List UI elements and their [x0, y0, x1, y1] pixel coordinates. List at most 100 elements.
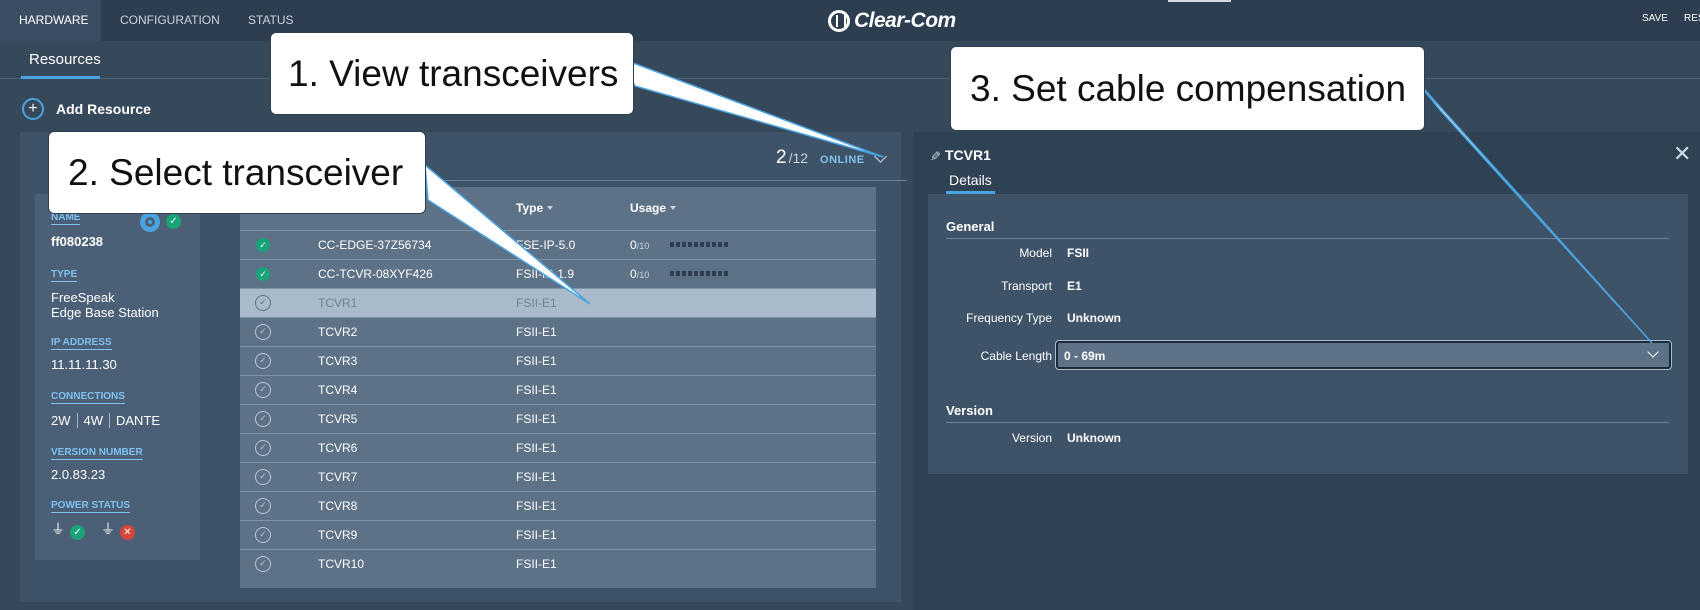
device-type-line1: FreeSpeak — [51, 290, 115, 305]
device-version: 2.0.83.23 — [51, 467, 106, 482]
usage-header-label: Usage — [630, 201, 667, 215]
table-row[interactable]: ✓ TCVR3 FSII-E1 — [240, 346, 876, 375]
type-label: TYPE — [51, 269, 78, 282]
row-usage: 0/10 — [630, 238, 649, 252]
table-row[interactable]: ✓ CC-EDGE-37Z56734 FSE-IP-5.0 0/10 — [240, 230, 876, 259]
offline-check-icon: ✓ — [255, 440, 271, 456]
plug-icon: ⏚ — [101, 521, 115, 537]
cable-length-value: 0 - 69m — [1064, 349, 1106, 363]
connection-dante: DANTE — [116, 413, 161, 428]
row-type: FSE-IP-5.0 — [516, 238, 576, 252]
row-type: FSII-E1 — [516, 470, 557, 484]
row-type: FSII-E1 — [516, 557, 557, 571]
check-icon: ✓ — [70, 525, 85, 540]
usage-max: /10 — [636, 270, 650, 280]
table-row[interactable]: ✓ CC-TCVR-08XYF426 FSII-IP-1.9 0/10 — [240, 259, 876, 288]
row-type: FSII-E1 — [516, 412, 557, 426]
callout-two-text: 2. Select transceiver — [68, 152, 404, 193]
offline-check-icon: ✓ — [255, 324, 271, 340]
row-type: FSII-E1 — [516, 325, 557, 339]
model-value: FSII — [1067, 246, 1090, 260]
offline-check-icon: ✓ — [255, 382, 271, 398]
model-label: Model — [1019, 246, 1052, 260]
tab-configuration[interactable]: CONFIGURATION — [120, 0, 220, 41]
cable-length-select[interactable]: 0 - 69m — [1055, 340, 1672, 370]
offline-check-icon: ✓ — [255, 353, 271, 369]
online-count-value: 2 — [776, 147, 787, 168]
pencil-icon[interactable]: ✎ — [926, 151, 942, 162]
add-resource-button[interactable]: + Add Resource — [22, 98, 151, 120]
gear-icon[interactable] — [140, 212, 160, 232]
clear-com-logo: Clear-Com — [828, 8, 956, 34]
callout-one-text: 1. View transceivers — [288, 53, 619, 94]
connection-4w: 4W — [78, 413, 110, 428]
frequency-type-value: Unknown — [1067, 311, 1121, 325]
row-type: FSII-E1 — [516, 296, 557, 310]
device-card: NAME ✓ ff080238 TYPE FreeSpeak Edge Base… — [35, 194, 200, 560]
usage-max: /10 — [636, 241, 650, 251]
ip-label: IP ADDRESS — [51, 337, 112, 350]
row-name: TCVR4 — [318, 383, 358, 397]
tab-details[interactable]: Details — [949, 172, 992, 188]
table-row-selected[interactable]: ✓ TCVR1 FSII-E1 — [240, 288, 876, 317]
connections-list: 2W 4W DANTE — [51, 413, 166, 428]
tab-resources[interactable]: Resources — [29, 51, 101, 68]
save-button[interactable]: SAVE — [1642, 13, 1668, 24]
table-row[interactable]: ✓ TCVR10 FSII-E1 — [240, 549, 876, 578]
online-counter: 2 /12 ONLINE — [776, 147, 865, 169]
connections-label: CONNECTIONS — [51, 391, 125, 404]
row-type: FSII-IP-1.9 — [516, 267, 575, 281]
row-name: CC-TCVR-08XYF426 — [318, 267, 433, 281]
add-resource-label: Add Resource — [56, 101, 151, 117]
table-row[interactable]: ✓ TCVR7 FSII-E1 — [240, 462, 876, 491]
details-title: TCVR1 — [945, 147, 991, 163]
row-type: FSII-E1 — [516, 499, 557, 513]
reset-button[interactable]: RES — [1684, 13, 1700, 24]
row-name: TCVR6 — [318, 441, 358, 455]
close-icon[interactable]: ✕ — [1673, 143, 1691, 165]
row-name: TCVR10 — [318, 557, 365, 571]
top-bar: HARDWARE CONFIGURATION STATUS Clear-Com … — [0, 0, 1700, 41]
callout-select-transceiver: 2. Select transceiver — [48, 131, 426, 214]
version-value: Unknown — [1067, 431, 1121, 445]
connection-2w: 2W — [51, 413, 78, 428]
device-name: ff080238 — [51, 234, 104, 249]
transceiver-table: Type Usage ✓ CC-EDGE-37Z56734 FSE-IP-5.0… — [240, 187, 876, 588]
row-name: TCVR7 — [318, 470, 358, 484]
clear-com-logo-icon — [828, 10, 850, 32]
table-row[interactable]: ✓ TCVR8 FSII-E1 — [240, 491, 876, 520]
device-type-line2: Edge Base Station — [51, 305, 159, 320]
online-count-total: /12 — [788, 150, 809, 166]
version-label: VERSION NUMBER — [51, 447, 143, 460]
callout-set-cable-compensation: 3. Set cable compensation — [950, 46, 1425, 131]
callout-view-transceivers: 1. View transceivers — [270, 32, 634, 115]
row-name: TCVR5 — [318, 412, 358, 426]
plus-icon: + — [22, 98, 44, 120]
row-name: CC-EDGE-37Z56734 — [318, 238, 432, 252]
row-name: TCVR9 — [318, 528, 358, 542]
cable-length-label: Cable Length — [980, 349, 1052, 363]
table-row[interactable]: ✓ TCVR2 FSII-E1 — [240, 317, 876, 346]
plug-icon: ⏚ — [51, 521, 65, 537]
table-row[interactable]: ✓ TCVR5 FSII-E1 — [240, 404, 876, 433]
offline-check-icon: ✓ — [255, 556, 271, 572]
offline-check-icon: ✓ — [255, 469, 271, 485]
table-row[interactable]: ✓ TCVR6 FSII-E1 — [240, 433, 876, 462]
table-row[interactable]: ✓ TCVR9 FSII-E1 — [240, 520, 876, 549]
column-header-usage[interactable]: Usage — [630, 201, 677, 215]
tab-hardware[interactable]: HARDWARE — [0, 0, 101, 41]
row-type: FSII-E1 — [516, 441, 557, 455]
callout-three-text: 3. Set cable compensation — [970, 68, 1407, 109]
online-check-icon: ✓ — [256, 267, 270, 281]
offline-check-icon: ✓ — [255, 411, 271, 427]
frequency-type-label: Frequency Type — [966, 311, 1052, 325]
row-type: FSII-E1 — [516, 383, 557, 397]
column-header-type[interactable]: Type — [516, 201, 554, 215]
sort-caret-icon — [670, 206, 677, 210]
check-icon: ✓ — [166, 214, 181, 229]
version-label: Version — [1011, 431, 1052, 445]
table-row[interactable]: ✓ TCVR4 FSII-E1 — [240, 375, 876, 404]
online-check-icon: ✓ — [256, 238, 270, 252]
usage-bar — [670, 242, 728, 247]
row-name: TCVR8 — [318, 499, 358, 513]
